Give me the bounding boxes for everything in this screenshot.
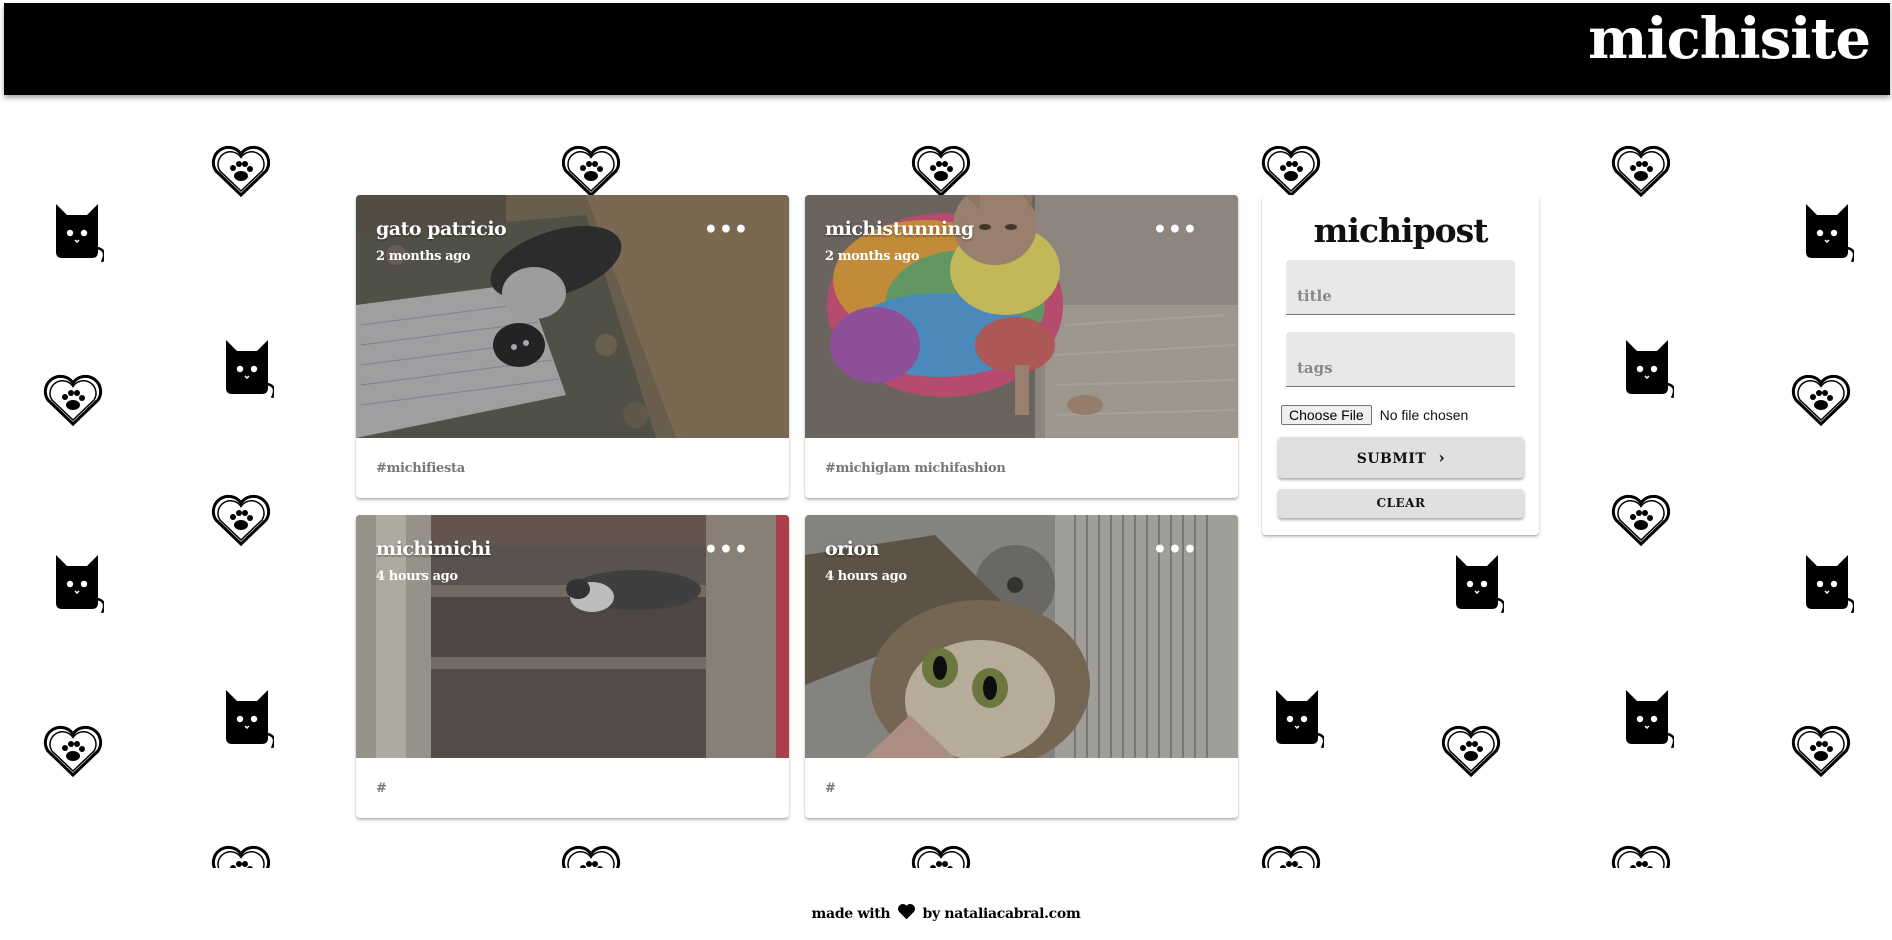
footer: made with by nataliacabral.com [0,903,1892,924]
post-form: michipost Choose File No file chosen SUB… [1262,195,1539,535]
tags-input[interactable] [1286,332,1515,387]
footer-prefix: made with [811,906,891,922]
chevron-right-icon: › [1438,448,1446,467]
paw-heart-icon [1790,724,1852,782]
paw-heart-icon [1790,373,1852,431]
paw-heart-icon [210,493,272,551]
choose-file-button[interactable]: Choose File [1281,405,1372,425]
cat-icon [1620,336,1676,402]
app-bar: michisite [4,3,1890,95]
more-options-icon[interactable]: ••• [704,537,749,563]
post-card: orion 4 hours ago ••• # [805,515,1238,818]
cat-icon [50,551,106,617]
post-tags: # [825,781,836,796]
file-input: Choose File No file chosen [1281,405,1468,425]
heart-icon [897,903,916,924]
paw-heart-icon [42,724,104,782]
paw-heart-icon [1260,844,1322,868]
more-options-icon[interactable]: ••• [1153,217,1198,243]
more-options-icon[interactable]: ••• [704,217,749,243]
cat-icon [1800,200,1856,266]
post-tags: # [376,781,387,796]
post-title: orion [825,538,879,560]
post-time: 2 months ago [825,249,920,264]
title-input[interactable] [1286,260,1515,315]
file-status: No file chosen [1379,407,1469,423]
post-card: michistunning 2 months ago ••• #michigla… [805,195,1238,498]
footer-credit[interactable]: by nataliacabral.com [922,906,1080,922]
form-title: michipost [1313,211,1489,250]
post-tags: #michifiesta [376,461,465,476]
post-title: gato patricio [376,218,507,240]
paw-heart-icon [560,144,622,202]
cat-icon [220,686,276,752]
paw-heart-icon [210,144,272,202]
paw-heart-icon [560,844,622,868]
post-title: michistunning [825,218,974,240]
paw-heart-icon [910,844,972,868]
cat-icon [50,200,106,266]
cat-icon [1450,551,1506,617]
clear-label: CLEAR [1376,496,1426,510]
cat-icon [1800,551,1856,617]
post-time: 2 months ago [376,249,471,264]
paw-heart-icon [210,844,272,868]
paw-heart-icon [1610,144,1672,202]
cat-icon [220,336,276,402]
post-card: gato patricio 2 months ago ••• #michifie… [356,195,789,498]
paw-heart-icon [1260,144,1322,202]
post-card: michimichi 4 hours ago ••• # [356,515,789,818]
clear-button[interactable]: CLEAR [1278,489,1524,518]
submit-button[interactable]: SUBMIT › [1278,437,1524,478]
post-time: 4 hours ago [376,569,458,584]
post-title: michimichi [376,538,491,560]
paw-heart-icon [1610,493,1672,551]
post-tags: #michiglam michifashion [825,461,1006,476]
more-options-icon[interactable]: ••• [1153,537,1198,563]
cat-icon [1620,686,1676,752]
post-time: 4 hours ago [825,569,907,584]
paw-heart-icon [42,373,104,431]
site-title[interactable]: michisite [1588,11,1871,67]
paw-heart-icon [1440,724,1502,782]
cat-icon [1270,686,1326,752]
submit-label: SUBMIT [1356,451,1427,467]
paw-heart-icon [910,144,972,202]
paw-heart-icon [1610,844,1672,868]
